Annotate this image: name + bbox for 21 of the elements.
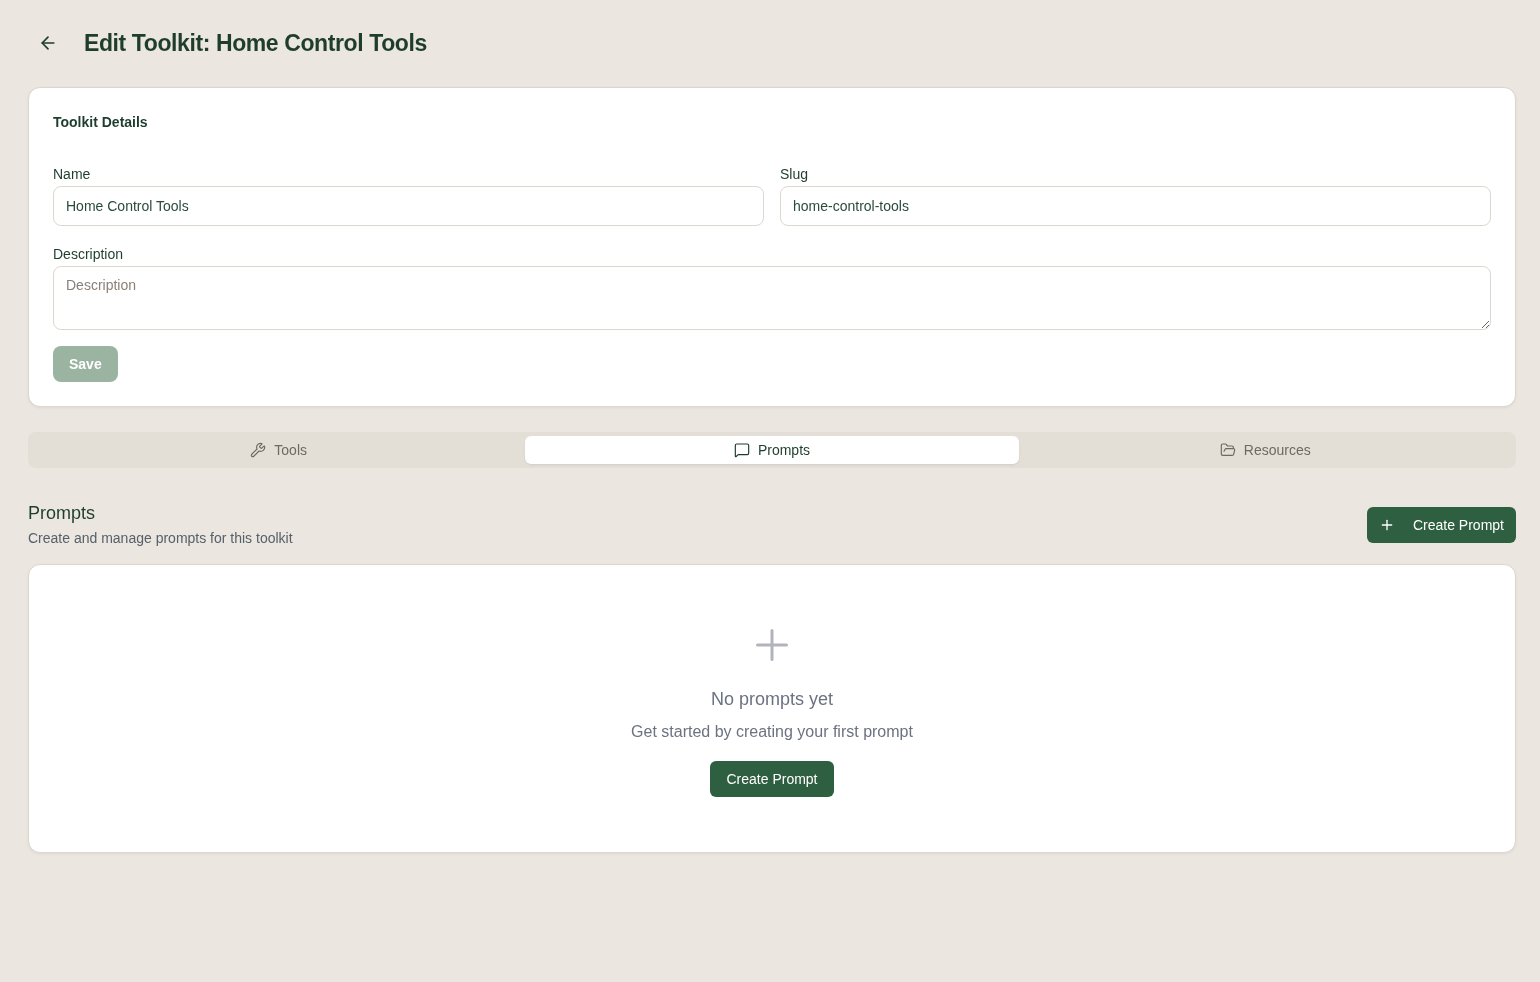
plus-icon [756,629,788,661]
tab[interactable]: Prompts [525,436,1019,464]
tab[interactable]: Resources [1018,436,1512,464]
page-title: Edit Toolkit: Home Control Tools [84,29,427,58]
description-field[interactable]: Description [53,266,1491,330]
empty-state-title: No prompts yet [710,688,833,711]
section-title: Prompts [28,502,97,525]
input-field[interactable]: home-control-tools [780,186,1491,226]
card-title: Toolkit Details [53,113,149,132]
section-subtitle: Create and manage prompts for this toolkit [28,529,293,548]
tab[interactable]: Tools [32,436,526,464]
field-label: Slug [780,165,810,184]
field-label: Description [53,245,125,264]
create-prompt-button[interactable]: Create Prompt [710,761,834,797]
speech-bubble-icon [733,442,750,458]
input-field[interactable]: Home Control Tools [53,186,764,226]
create-prompt-button[interactable]: Create Prompt [1366,506,1516,543]
wrench-icon [250,442,267,458]
field-label: Name [53,165,92,184]
folder-icon [1219,442,1236,458]
empty-state-message: Get started by creating your first prompt [631,722,913,742]
